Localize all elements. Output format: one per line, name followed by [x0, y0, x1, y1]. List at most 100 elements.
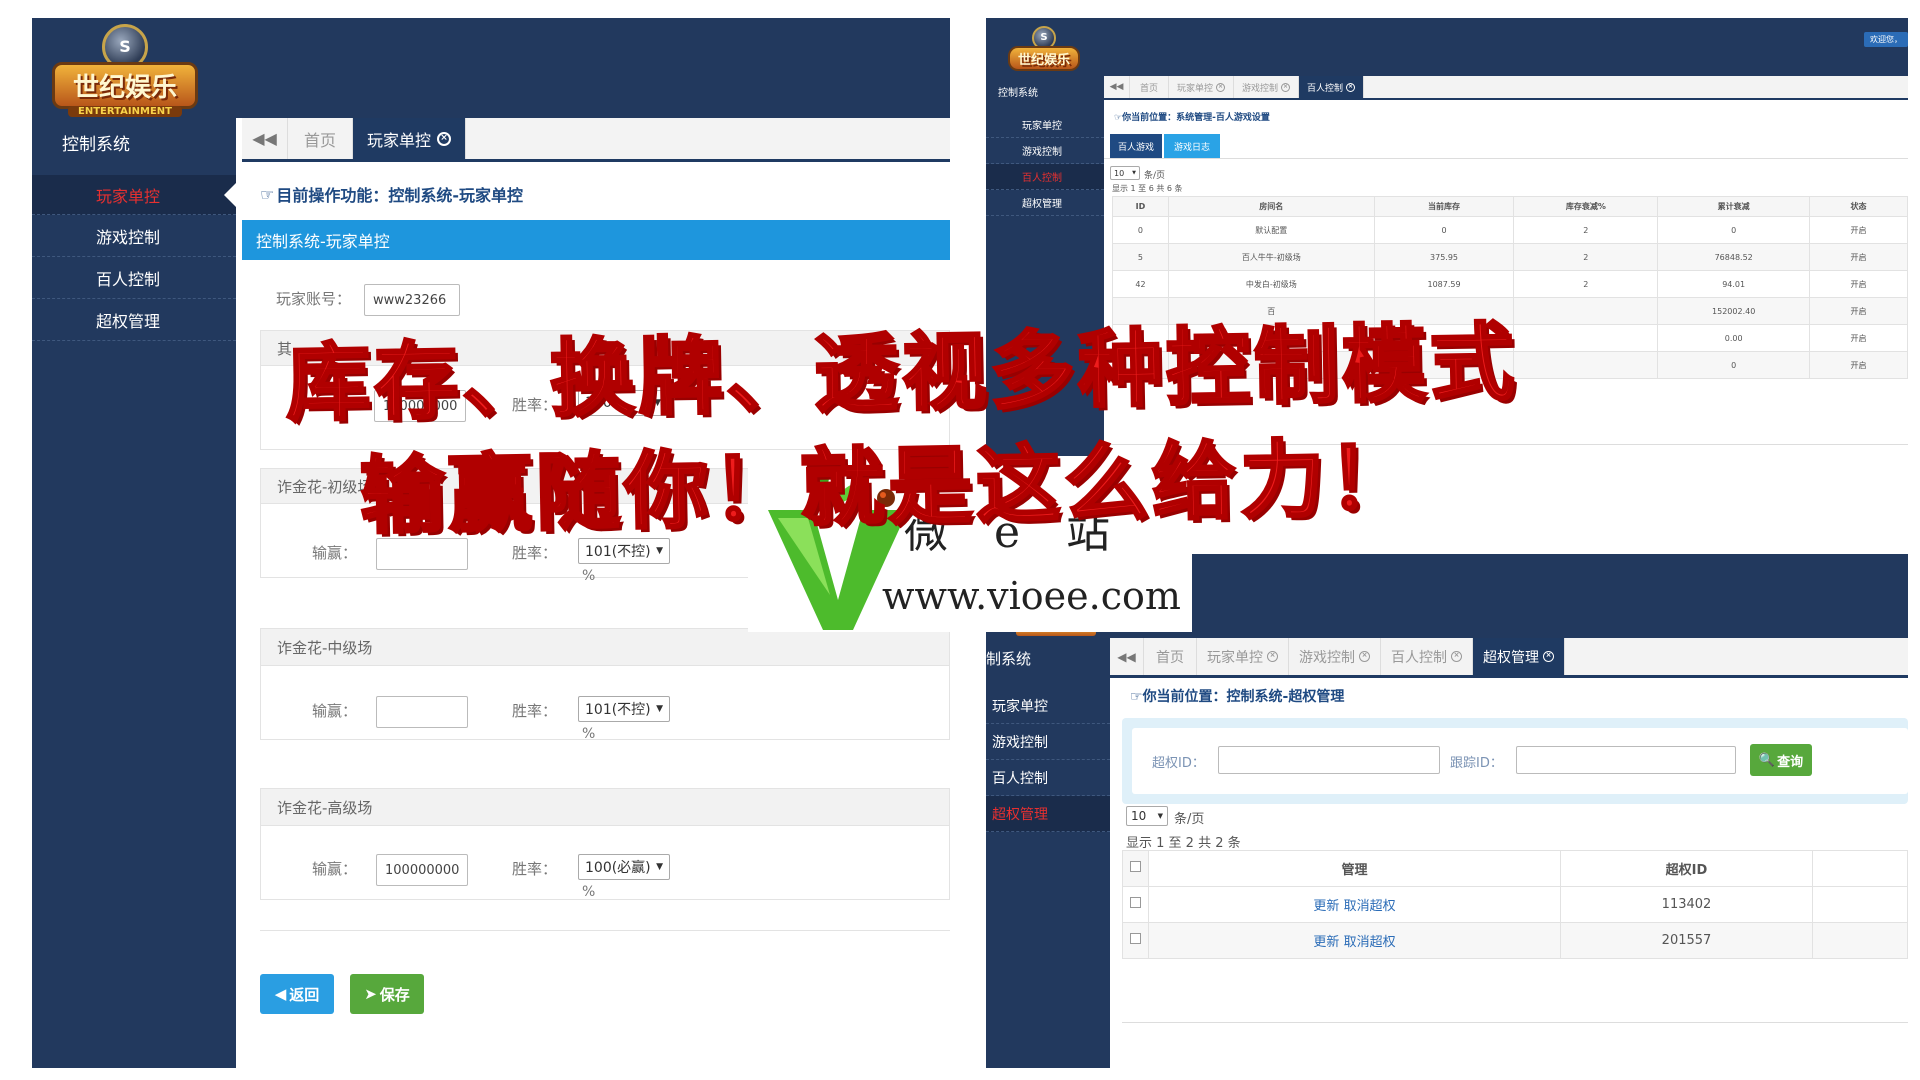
close-icon[interactable]: ×: [1281, 82, 1291, 92]
close-icon[interactable]: ×: [1346, 82, 1356, 92]
super-id-input[interactable]: [1218, 746, 1440, 774]
table-cell: 201557: [1560, 922, 1813, 959]
row-checkbox-cell: [1122, 886, 1149, 923]
close-icon[interactable]: ×: [1451, 651, 1462, 662]
table-cell: 2: [1513, 216, 1659, 244]
tab-hundred-control[interactable]: 百人控制 ×: [1381, 638, 1473, 675]
table-cell: 百人牛牛-初级场: [1167, 243, 1375, 271]
sidebar-item-game-control[interactable]: 游戏控制: [986, 724, 1110, 760]
update-link[interactable]: 更新: [1313, 899, 1339, 914]
search-button[interactable]: 🔍 查询: [1750, 744, 1812, 776]
tab-label: 游戏控制: [1299, 649, 1355, 666]
tab-label: 玩家单控: [367, 130, 432, 150]
subtab-hundred-games[interactable]: 百人游戏: [1110, 134, 1163, 159]
sidebar-item-super-admin[interactable]: 超权管理: [986, 796, 1110, 832]
rb-page-size-select[interactable]: 10 ▼: [1126, 806, 1168, 826]
tab-hundred-control[interactable]: 百人控制 ×: [1299, 76, 1365, 98]
close-icon[interactable]: ×: [1267, 651, 1278, 662]
sidebar-item-hundred-control[interactable]: 百人控制: [986, 760, 1110, 796]
sidebar-item-label: 玩家单控: [1022, 121, 1062, 132]
select-all-cell: [1122, 850, 1149, 887]
breadcrumb-text: 你当前位置：控制系统-超权管理: [1142, 689, 1345, 705]
dropdown-arrow-icon: ▼: [656, 704, 663, 714]
back-button[interactable]: ◀ 返回: [260, 974, 334, 1014]
sidebar-item-label: 百人控制: [1022, 173, 1062, 184]
cancel-super-link[interactable]: 取消超权: [1344, 899, 1396, 914]
percent-unit: %: [582, 884, 596, 900]
cancel-super-link[interactable]: 取消超权: [1344, 935, 1396, 950]
tab-back-button[interactable]: ◀◀: [1104, 76, 1130, 98]
win-input[interactable]: 100000000: [376, 854, 468, 886]
rt-brand-logo: S 世纪娱乐: [990, 20, 1098, 76]
close-icon[interactable]: ×: [437, 131, 452, 146]
table-cell: 0: [1112, 216, 1169, 244]
tab-home[interactable]: 首页: [288, 118, 354, 159]
rate-select[interactable]: 101(不控) ▼: [578, 696, 670, 722]
sidebar-item-super-admin[interactable]: 超权管理: [986, 190, 1104, 216]
table-cell: 42: [1112, 270, 1169, 298]
hand-pointer-icon: ☞: [260, 184, 275, 204]
sidebar-item-game-control[interactable]: 游戏控制: [32, 215, 236, 257]
left-nav: 玩家单控 游戏控制 百人控制 超权管理: [32, 175, 236, 341]
rb-sidebar-title: 制系统: [986, 650, 1032, 668]
account-input[interactable]: www23266: [364, 284, 460, 316]
tab-game-control[interactable]: 游戏控制 ×: [1289, 638, 1381, 675]
close-icon[interactable]: ×: [1543, 651, 1554, 662]
rate-label: 胜率：: [512, 860, 558, 878]
tab-home[interactable]: 首页: [1144, 638, 1197, 675]
column-header: 房间名: [1167, 196, 1375, 217]
rt-page-size-select[interactable]: 10 ▼: [1110, 166, 1140, 180]
column-header: 当前库存: [1373, 196, 1515, 217]
row-checkbox[interactable]: [1130, 897, 1141, 908]
sidebar-item-player-control[interactable]: 玩家单控: [986, 112, 1104, 138]
table-cell: 113402: [1560, 886, 1813, 923]
update-link[interactable]: 更新: [1313, 935, 1339, 950]
left-tabbar: ◀◀ 首页 玩家单控 ×: [242, 118, 950, 162]
save-button[interactable]: ➤ 保存: [350, 974, 424, 1014]
table-row[interactable]: 更新 取消超权 201557: [1122, 922, 1908, 959]
tab-player-control[interactable]: 玩家单控 ×: [353, 118, 467, 159]
tab-player-control[interactable]: 玩家单控 ×: [1197, 638, 1289, 675]
sidebar-item-super-admin[interactable]: 超权管理: [32, 299, 236, 341]
rt-tabbar: ◀◀ 首页 玩家单控 × 游戏控制 × 百人控制 ×: [1104, 76, 1908, 100]
page-size-value: 10: [1114, 168, 1125, 178]
table-row[interactable]: 5 百人牛牛-初级场 375.95 2 76848.52 开启: [1112, 243, 1908, 271]
tab-game-control[interactable]: 游戏控制 ×: [1234, 76, 1300, 98]
track-id-input[interactable]: [1516, 746, 1736, 774]
tab-label: 超权管理: [1483, 649, 1539, 666]
rate-select[interactable]: 100(必赢) ▼: [578, 854, 670, 880]
tab-super-admin[interactable]: 超权管理 ×: [1473, 638, 1565, 675]
table-row[interactable]: 0 默认配置 0 2 0 开启: [1112, 216, 1908, 244]
table-cell: 2: [1513, 243, 1659, 271]
select-all-checkbox[interactable]: [1130, 861, 1141, 872]
breadcrumb-text: 你当前位置：系统管理-百人游戏设置: [1122, 113, 1270, 123]
row-checkbox[interactable]: [1130, 933, 1141, 944]
subtab-game-log[interactable]: 游戏日志: [1164, 134, 1221, 159]
table-row[interactable]: 更新 取消超权 113402: [1122, 886, 1908, 923]
sidebar-item-game-control[interactable]: 游戏控制: [986, 138, 1104, 164]
tab-back-button[interactable]: ◀◀: [242, 118, 288, 159]
win-input[interactable]: [376, 696, 468, 728]
sidebar-item-player-control[interactable]: 玩家单控: [32, 175, 236, 215]
close-icon[interactable]: ×: [1216, 82, 1226, 92]
table-cell: 76848.52: [1657, 243, 1811, 271]
rt-breadcrumb: ☞你当前位置：系统管理-百人游戏设置: [1114, 110, 1270, 123]
row-checkbox-cell: [1122, 922, 1149, 959]
table-cell: 0.00: [1657, 324, 1811, 352]
rb-tabbar: ◀◀ 首页 玩家单控 × 游戏控制 × 百人控制 × 超权管理 ×: [1110, 638, 1908, 678]
sidebar-item-hundred-control[interactable]: 百人控制: [32, 257, 236, 299]
sidebar-item-player-control[interactable]: 玩家单控: [986, 688, 1110, 724]
tab-back-button[interactable]: ◀◀: [1110, 638, 1144, 675]
table-row[interactable]: 42 中发白-初级场 1087.59 2 94.01 开启: [1112, 270, 1908, 298]
divider: [260, 930, 950, 931]
brand-title: 世纪娱乐: [51, 61, 198, 109]
win-label: 输赢：: [312, 702, 358, 720]
tab-home[interactable]: 首页: [1130, 76, 1170, 98]
rt-divider: [1104, 158, 1908, 159]
sidebar-item-hundred-control[interactable]: 百人控制: [986, 164, 1104, 190]
breadcrumb: ☞ 目前操作功能：控制系统-玩家单控: [260, 182, 523, 206]
tab-player-control[interactable]: 玩家单控 ×: [1169, 76, 1235, 98]
table-cell: 0: [1657, 216, 1811, 244]
close-icon[interactable]: ×: [1359, 651, 1370, 662]
dropdown-arrow-icon: ▼: [1132, 170, 1136, 176]
